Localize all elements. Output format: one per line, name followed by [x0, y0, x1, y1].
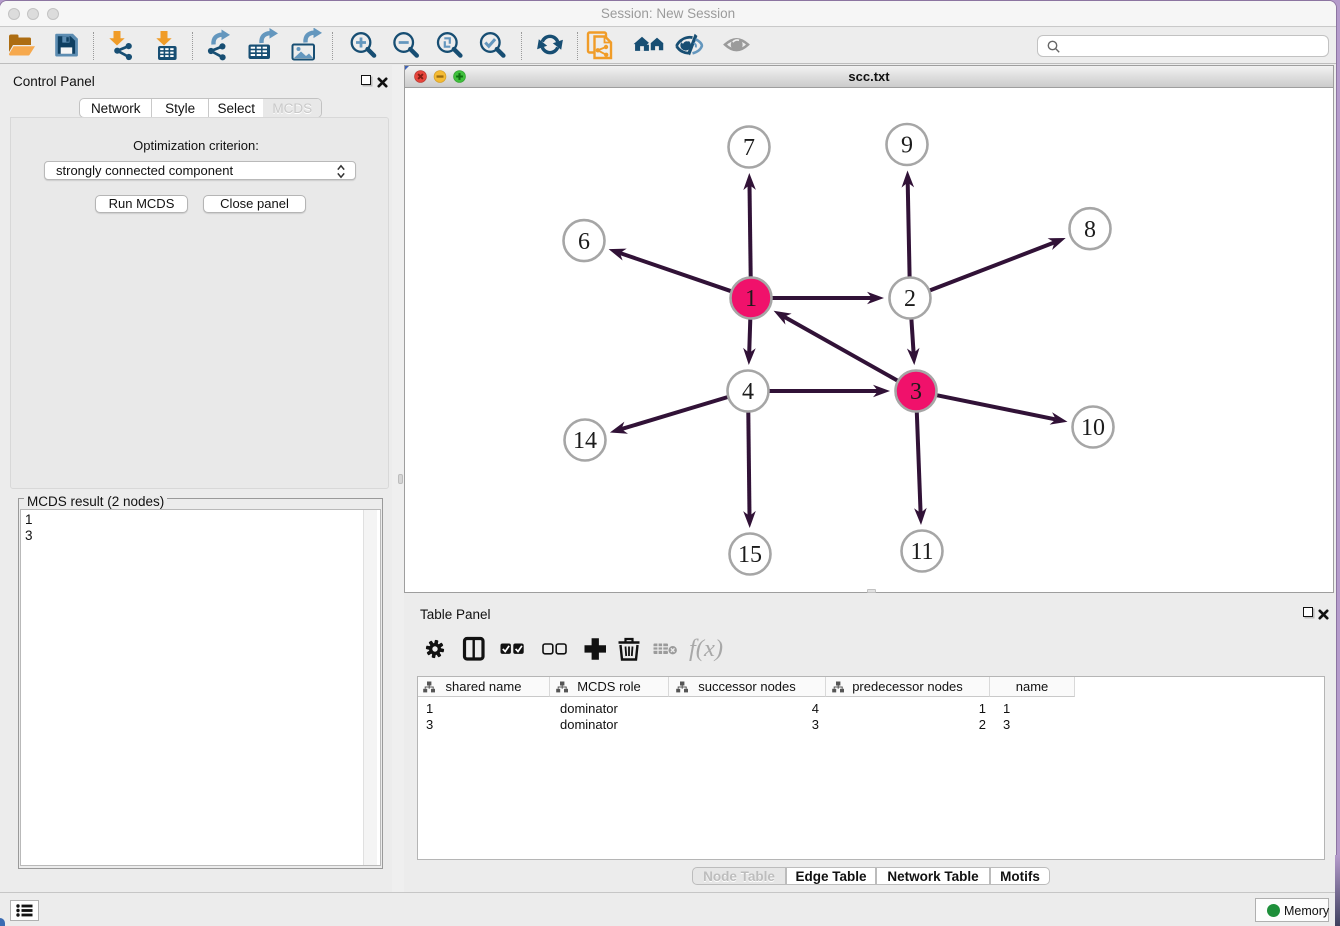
svg-text:11: 11: [910, 539, 933, 565]
svg-text:8: 8: [1084, 217, 1096, 243]
svg-text:7: 7: [743, 135, 755, 161]
svg-text:14: 14: [573, 428, 597, 454]
svg-text:15: 15: [738, 542, 762, 568]
svg-text:1: 1: [745, 286, 757, 312]
svg-text:f(x): f(x): [689, 635, 723, 662]
svg-text:2: 2: [904, 286, 916, 312]
svg-text:3: 3: [910, 379, 922, 405]
svg-text:10: 10: [1081, 415, 1105, 441]
svg-text:6: 6: [578, 229, 590, 255]
svg-text:9: 9: [901, 133, 913, 159]
svg-text:4: 4: [742, 379, 754, 405]
